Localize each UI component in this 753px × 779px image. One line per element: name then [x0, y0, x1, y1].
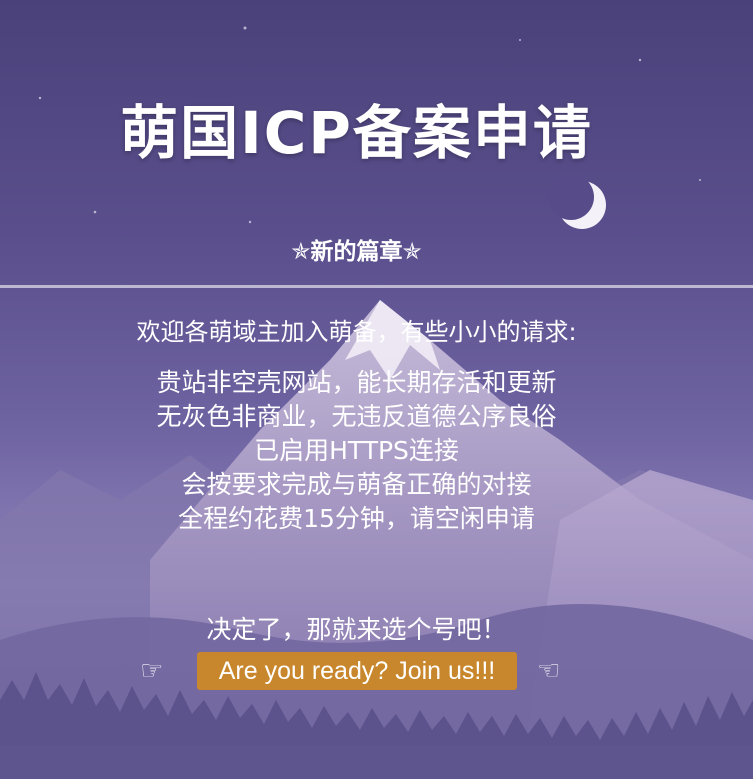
cta-row: ☞ Are you ready? Join us!!! ☜: [0, 652, 713, 690]
hand-pointing-right-icon: ☞: [140, 656, 164, 686]
page-title: 萌国ICP备案申请: [120, 99, 593, 167]
page-subtitle: ✯新的篇章✯: [291, 239, 422, 265]
requirement-item: 贵站非空壳网站，能长期存活和更新: [156, 368, 557, 397]
join-button[interactable]: Are you ready? Join us!!!: [197, 652, 517, 690]
section-divider: [0, 285, 753, 288]
requirement-item: 会按要求完成与萌备正确的对接: [181, 470, 532, 499]
decision-text: 决定了，那就来选个号吧！: [206, 615, 507, 644]
requirement-item: 全程约花费15分钟，请空闲申请: [178, 504, 535, 533]
requirement-item: 已启用HTTPS连接: [254, 436, 459, 465]
requirements-list: 贵站非空壳网站，能长期存活和更新 无灰色非商业，无违反道德公序良俗 已启用HTT…: [0, 366, 713, 536]
hand-pointing-left-icon: ☜: [537, 656, 561, 686]
requirement-item: 无灰色非商业，无违反道德公序良俗: [156, 402, 557, 431]
crescent-moon-icon: [548, 174, 606, 229]
intro-text: 欢迎各萌域主加入萌备，有些小小的请求:: [136, 318, 577, 346]
